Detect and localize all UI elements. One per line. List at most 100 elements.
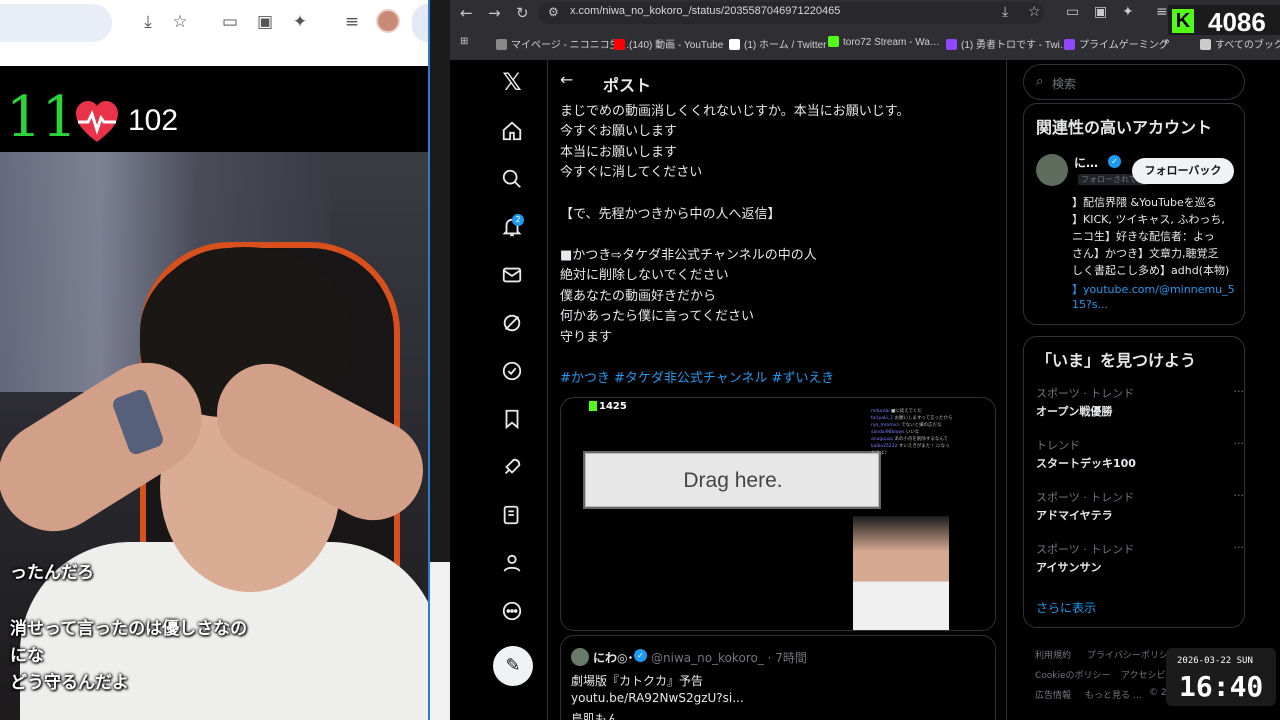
subtitle-line-2: 消せって言ったのは優しさなの (10, 619, 248, 639)
media-icon[interactable]: ≡ (1156, 4, 1168, 20)
search-placeholder: 検索 (1052, 77, 1077, 91)
youtube-icon (614, 39, 625, 50)
trend-item[interactable]: スポーツ · トレンド アドマイヤテラ ··· (1036, 489, 1244, 523)
post-column: ← ポスト まじでめの動画消しくくれないじすか。本当にお願いじす。 今すぐお願い… (547, 60, 1007, 720)
more-dots-icon[interactable]: ··· (1234, 541, 1245, 554)
subtitle-line-1: ったんだろ (10, 563, 94, 583)
bookmark-3[interactable]: toro72 Stream - Wa… (828, 36, 940, 48)
bookmark-4[interactable]: (1) 勇者トロです - Twi… (946, 36, 1070, 51)
cast-icon[interactable]: ▭ (1066, 4, 1079, 20)
footer-link[interactable]: 広告情報 (1035, 688, 1071, 701)
trend-item[interactable]: スポーツ · トレンド オープン戦優勝 ··· (1036, 385, 1244, 419)
chat-msg: ■に抜えてくだ (891, 409, 922, 414)
bio-link[interactable]: 】youtube.com/@minnemu_5 (1072, 281, 1235, 297)
footer-link[interactable]: アクセシビ (1121, 668, 1166, 681)
jobs-rocket-icon[interactable] (500, 456, 524, 480)
verified-icon[interactable] (500, 360, 524, 384)
puzzle-icon[interactable]: ✦ (288, 10, 312, 34)
trend-item[interactable]: スポーツ · トレンド アイサンサン ··· (1036, 541, 1244, 575)
media-control-icon[interactable]: ≡ (340, 10, 364, 34)
chat-line: tairyaki_2 お願いしますって言ったから (871, 415, 991, 422)
search-input[interactable]: ⌕ 検索 (1023, 64, 1245, 100)
puzzle-icon[interactable]: ✦ (1122, 4, 1134, 20)
related-accounts-card: 関連性の高いアカウント に… ✓ フォローされてい フォローバック 】配信界隈 … (1023, 103, 1245, 325)
quote-author-name[interactable]: にわ◎･ (593, 649, 633, 666)
post-media-video[interactable]: 1425 Drag here. mdumbi ■に抜えてくだ tairyaki_… (560, 397, 996, 631)
bookmark-1[interactable]: (140) 動画 - YouTube (614, 36, 723, 51)
hashtag-links[interactable]: #かつき #タケダ非公式チャンネル #ずいえき (560, 367, 834, 386)
account-avatar[interactable] (1036, 154, 1068, 186)
extension-icon-1[interactable]: ▣ (253, 10, 277, 34)
url-text[interactable]: x.com/niwa_no_kokoro_/status/20355870469… (570, 5, 840, 17)
bookmark-label: すべてのブックマー (1215, 40, 1280, 51)
messages-icon[interactable] (500, 264, 524, 288)
post-text-line: 今すぐに消してください (560, 165, 703, 180)
bookmarks-bar: ⊞ マイページ - ニコニコ生… (140) 動画 - YouTube (1) … (450, 32, 1280, 54)
chat-line: ryo_mmmics でないと嫌の広だな (871, 422, 991, 429)
verified-badge-icon: ✓ (634, 649, 647, 662)
home-icon[interactable] (500, 120, 524, 144)
more-dots-icon[interactable]: ··· (1234, 385, 1245, 398)
footer-copyright: © 2 (1149, 688, 1167, 698)
site-info-icon[interactable]: ⚙ (548, 5, 559, 19)
subtitle-line-3: にな (10, 646, 44, 666)
profile-icon[interactable] (500, 552, 524, 576)
search-icon[interactable] (500, 168, 524, 192)
chat-msg: お願いしますって言ったから (894, 416, 953, 421)
articles-icon[interactable] (500, 504, 524, 528)
quoted-post[interactable]: にわ◎･ ✓ @niwa_no_kokoro_ · 7時間 劇場版『カトクカ』予… (560, 635, 996, 720)
clock-overlay: 2026-03-22 SUN 16:40 (1166, 648, 1276, 706)
footer-link[interactable]: もっと見る … (1085, 688, 1142, 701)
more-bookmarks-icon[interactable]: » (1164, 36, 1170, 47)
bookmark-2[interactable]: (1) ホーム / Twitter (729, 36, 826, 51)
search-icon: ⌕ (1036, 74, 1044, 89)
quote-link[interactable]: youtu.be/RA92NwS2gzU?si... (571, 691, 744, 705)
grok-icon[interactable] (500, 312, 524, 336)
bookmarks-icon[interactable] (500, 408, 524, 432)
more-icon[interactable] (500, 600, 524, 624)
trend-category: トレンド (1036, 439, 1080, 452)
footer-link[interactable]: プライバシーポリシ (1087, 648, 1168, 661)
trend-category: スポーツ · トレンド (1036, 491, 1135, 504)
chat-user: koiba25232 (871, 444, 898, 449)
prime-icon (1064, 39, 1075, 50)
footer-link[interactable]: 利用規約 (1035, 648, 1071, 661)
install-icon[interactable]: ⤓ (1002, 4, 1008, 20)
back-arrow-icon[interactable]: ← (560, 70, 573, 89)
download-icon[interactable]: ⤓ (136, 10, 160, 34)
more-dots-icon[interactable]: ··· (1234, 489, 1245, 502)
profile-avatar[interactable] (376, 9, 400, 33)
footer-link[interactable]: Cookieのポリシー (1035, 668, 1111, 681)
drag-here-box: Drag here. (585, 453, 879, 507)
bio-line: 】KICK, ツイキャス, ふわっち, (1072, 213, 1225, 226)
chat-user: mdumbi (871, 409, 890, 414)
bookmark-0[interactable]: マイページ - ニコニコ生… (496, 36, 630, 51)
notification-count-badge: 2 (512, 214, 524, 226)
x-logo-icon[interactable]: 𝕏 (500, 70, 524, 94)
follow-back-button[interactable]: フォローバック (1132, 158, 1234, 184)
account-name[interactable]: に… (1074, 154, 1098, 171)
back-icon[interactable]: ← (460, 4, 473, 22)
compose-post-icon[interactable]: ✎ (493, 646, 533, 686)
bookmark-6[interactable]: すべてのブックマー (1200, 36, 1280, 51)
extension-icon[interactable]: ▣ (1094, 4, 1107, 20)
post-text-line: 守ります (560, 330, 613, 345)
clock-date: 2026-03-22 SUN (1177, 656, 1253, 666)
chat-user: tairyaki_2 (871, 416, 894, 421)
more-dots-icon[interactable]: ··· (1234, 437, 1245, 450)
kick-icon (828, 36, 839, 47)
bookmark-5[interactable]: プライムゲーミング (1064, 36, 1169, 51)
show-more-link[interactable]: さらに表示 (1036, 599, 1096, 616)
forward-icon[interactable]: → (488, 4, 501, 22)
cast-icon[interactable]: ▭ (218, 10, 242, 34)
quote-avatar[interactable] (571, 648, 589, 666)
post-text-line: ■かつき⇨タケダ非公式チャンネルの中の人 (560, 248, 817, 263)
bio-link[interactable]: 15?s... (1072, 298, 1108, 311)
bookmark-star-icon[interactable]: ☆ (1028, 4, 1041, 20)
star-icon[interactable]: ☆ (168, 10, 192, 34)
apps-icon[interactable]: ⊞ (460, 36, 468, 47)
reload-icon[interactable]: ↻ (516, 4, 529, 22)
trend-item[interactable]: トレンド スタートデッキ100 ··· (1036, 437, 1244, 471)
media-viewer-count: 1425 (599, 401, 627, 412)
right-sidebar: ⌕ 検索 関連性の高いアカウント に… ✓ フォローされてい フォローバック 】… (1007, 60, 1280, 720)
